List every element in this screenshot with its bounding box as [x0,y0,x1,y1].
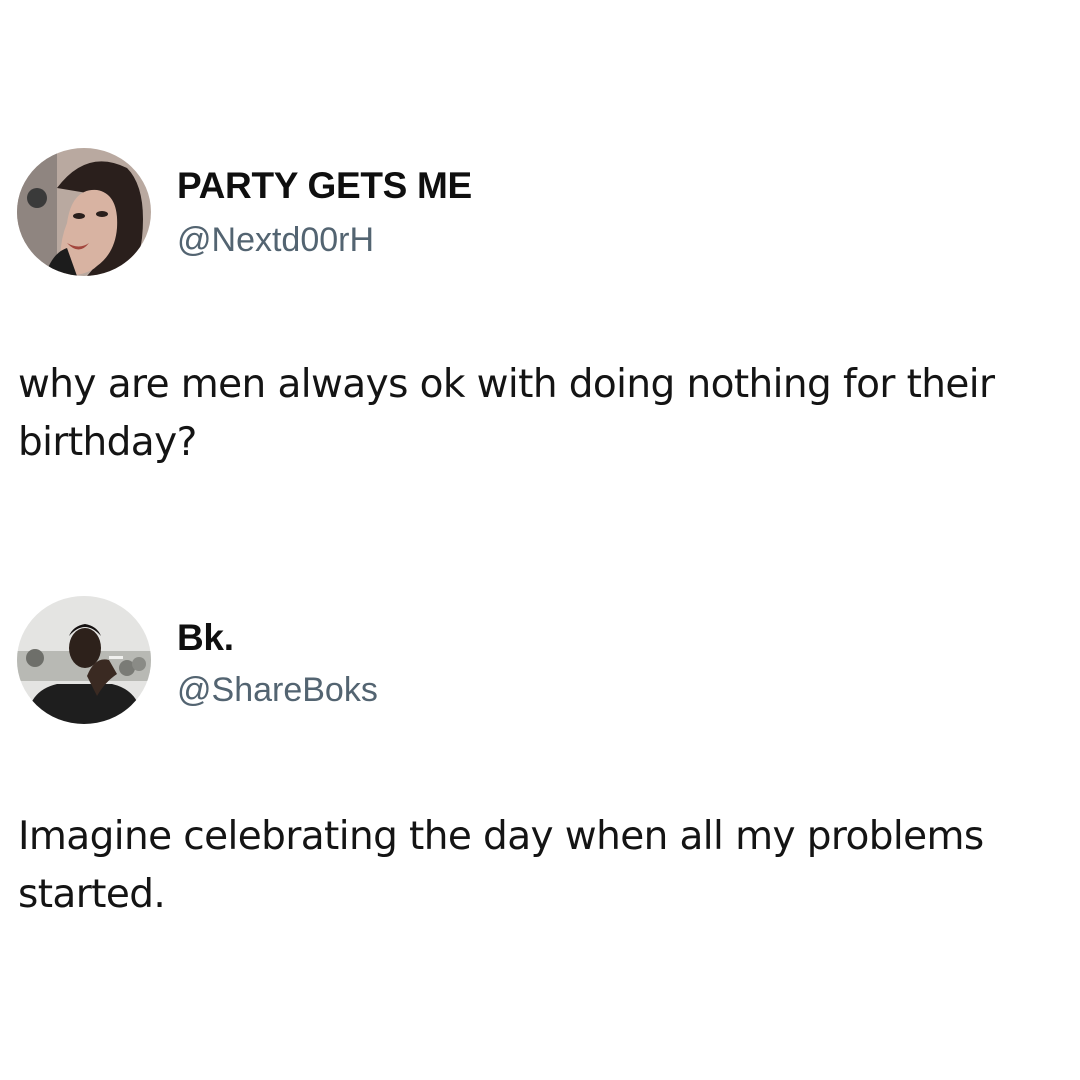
user-handle[interactable]: @Nextd00rH [177,218,472,262]
avatar[interactable] [17,148,151,276]
tweet-text: why are men always ok with doing nothing… [18,362,995,465]
profile-photo-man-icon [17,596,151,724]
tweet-card: PARTY GETS ME @Nextd00rH why are men alw… [0,148,1080,465]
avatar[interactable] [17,596,151,724]
display-name[interactable]: Bk. [177,616,378,660]
tweet-card: Bk. @ShareBoks Imagine celebrating the d… [0,596,1080,917]
display-name[interactable]: PARTY GETS ME [177,164,472,208]
profile-photo-woman-icon [17,148,151,276]
tweet-author: PARTY GETS ME @Nextd00rH [0,148,1080,278]
tweet-text: Imagine celebrating the day when all my … [18,814,984,917]
tweet-author: Bk. @ShareBoks [0,596,1080,726]
user-handle[interactable]: @ShareBoks [177,668,378,712]
